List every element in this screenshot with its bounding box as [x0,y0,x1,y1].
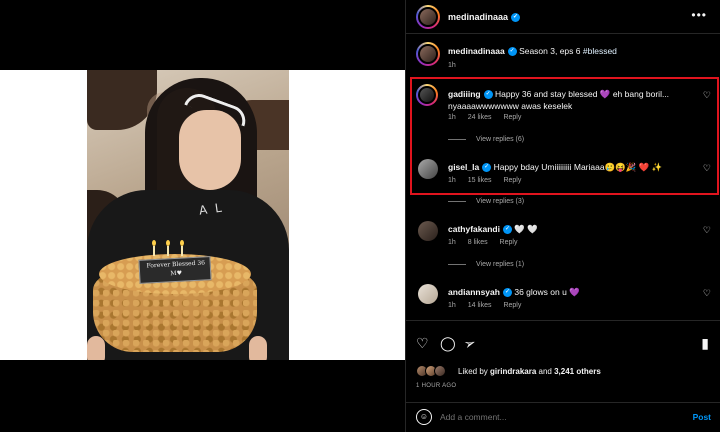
caption-avatar[interactable] [416,42,440,66]
candle [153,246,155,256]
candle [181,246,183,256]
commenter-username[interactable]: andiannsyah [448,287,500,297]
posted-time: 1 HOUR AGO [416,383,457,389]
comment-text: 🤍 🤍 [514,224,538,234]
reply-button[interactable]: Reply [503,302,521,309]
cake-plaque-text: Forever Blessed 36 M♥ [146,259,206,278]
emoji-icon[interactable]: ☺ [416,409,432,425]
candle [167,246,169,256]
comment-time: 1h [448,114,456,121]
caption-time: 1h [448,62,456,69]
comment-likes[interactable]: 24 likes [468,114,492,121]
view-replies-button[interactable]: View replies (6) [448,136,524,143]
comment-meta: 1h 14 likes Reply [448,302,531,309]
reply-button[interactable]: Reply [503,177,521,184]
caption-hashtag[interactable]: #blessed [583,46,617,56]
verified-badge-icon: ✓ [502,225,512,235]
comment-body: andiannsyah ✓ 36 glows on u 💜 [448,286,698,298]
save-bookmark-icon[interactable]: ▮ [701,335,709,352]
next-photo-button[interactable]: › [383,207,399,223]
comment-body: gisel_la ✓ Happy bday Umiiiiiiiii Mariaaa… [448,161,698,173]
liked-by-prefix: Liked by [458,367,488,376]
candle-flame [180,240,184,246]
view-replies-label[interactable]: View replies (1) [476,261,524,268]
post-side-panel: medinadinaaa ✓ ••• medinadinaaa ✓ Season 3… [405,0,720,432]
view-replies-label[interactable]: View replies (3) [476,198,524,205]
like-comment-heart-icon[interactable]: ♡ [703,163,711,174]
view-replies-label[interactable]: View replies (6) [476,136,524,143]
comment-likes[interactable]: 8 likes [468,239,488,246]
comment-text: 36 glows on u 💜 [514,287,580,297]
view-replies-button[interactable]: View replies (3) [448,198,524,205]
caption-text: medinadinaaa ✓ Season 3, eps 6 #blessed [448,46,708,57]
like-comment-heart-icon[interactable]: ♡ [703,288,711,299]
chevron-right-icon: › [389,210,393,220]
commenter-username[interactable]: gisel_la [448,162,479,172]
author-username[interactable]: medinadinaaa ✓ [448,12,521,23]
comment-likes[interactable]: 15 likes [468,177,492,184]
commenter-username[interactable]: cathyfakandi [448,224,500,234]
comment-text: Happy bday Umiiiiiiiii Mariaaa🥲😝🎉 ❤️ ✨ [493,162,663,172]
liked-by-user[interactable]: girindrakara [490,367,536,376]
candle-flame [152,240,156,246]
comment-meta: 1h 8 likes Reply [448,239,527,246]
liked-by-others[interactable]: 3,241 others [554,367,601,376]
comment-bubble-icon[interactable]: ◯ [440,335,456,352]
comment-time: 1h [448,177,456,184]
comment-meta: 1h 24 likes Reply [448,114,531,121]
author-username-text[interactable]: medinadinaaa [448,12,508,22]
liker-avatar [434,365,446,377]
comment-body: cathyfakandi ✓ 🤍 🤍 [448,223,698,235]
verified-badge-icon: ✓ [502,288,512,298]
post-comment-button[interactable]: Post [693,412,711,422]
photo-hand [87,336,105,360]
candle-flame [166,240,170,246]
verified-badge-icon: ✓ [511,13,521,23]
commenter-username[interactable]: gadiiing [448,89,481,99]
like-comment-heart-icon[interactable]: ♡ [703,225,711,236]
photo-hand [249,336,267,360]
caption-body: Season 3, eps 6 [519,46,581,56]
add-comment-bar: ☺ Post [406,402,720,432]
commenter-avatar[interactable] [418,284,438,304]
commenter-avatar[interactable] [416,84,438,106]
verified-badge-icon: ✓ [483,90,493,100]
comment-input[interactable] [440,408,670,426]
comment-meta: 1h 15 likes Reply [448,177,531,184]
commenter-avatar[interactable] [418,159,438,179]
comment-time: 1h [448,239,456,246]
commenter-avatar[interactable] [418,221,438,241]
reply-button[interactable]: Reply [500,239,518,246]
media-pane: A L Forever Blessed 36 M♥ › [0,0,405,432]
author-avatar[interactable] [416,5,440,29]
verified-badge-icon: ✓ [482,163,492,173]
verified-badge-icon: ✓ [507,47,517,57]
comment-body: gadiiing ✓ Happy 36 and stay blessed 💜 eh… [448,88,698,112]
more-options-icon[interactable]: ••• [691,8,707,22]
view-replies-button[interactable]: View replies (1) [448,261,524,268]
comment-likes[interactable]: 14 likes [468,302,492,309]
comment-time: 1h [448,302,456,309]
like-comment-heart-icon[interactable]: ♡ [703,90,711,101]
post-photo[interactable]: A L Forever Blessed 36 M♥ [87,70,289,360]
share-send-icon[interactable]: ➢ [461,334,478,354]
like-heart-icon[interactable]: ♡ [416,335,429,352]
post-header: medinadinaaa ✓ ••• [406,0,720,34]
liked-by-text: Liked by girindrakara and 3,241 others [458,367,601,376]
reply-button[interactable]: Reply [503,114,521,121]
liked-by-and: and [538,367,552,376]
caption-username[interactable]: medinadinaaa [448,46,505,56]
comment-text: Happy 36 and stay blessed 💜 eh bang bori… [448,89,670,111]
